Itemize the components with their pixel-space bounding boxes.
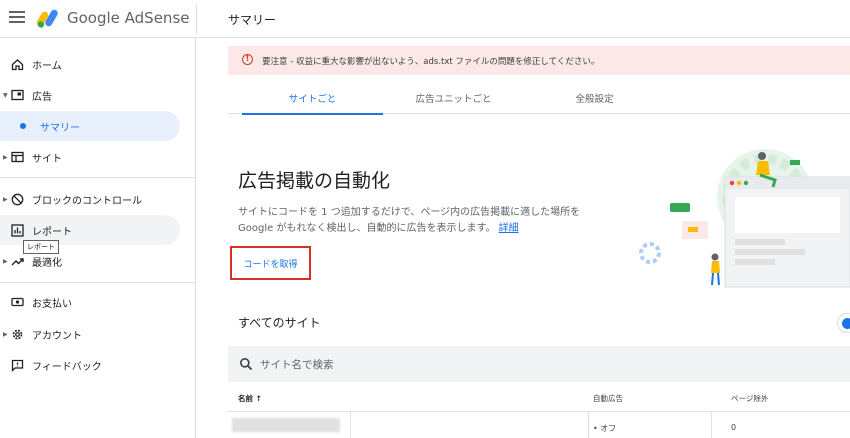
sidebar-item-label: フィードバック — [32, 361, 102, 373]
sidebar-item-ads[interactable]: ▼ 広告 — [0, 80, 180, 110]
adsense-logo — [37, 9, 58, 28]
caret-right-icon: ▶ — [3, 330, 8, 338]
sidebar-item-label: アカウント — [32, 330, 82, 342]
auto-ads-title: 広告掲載の自動化 — [238, 170, 391, 192]
page-title: サマリー — [228, 13, 277, 27]
header-divider — [196, 4, 197, 34]
trending-up-icon — [10, 254, 24, 268]
sidebar-item-label: お支払い — [32, 298, 72, 310]
sidebar-nav: ホーム ▼ 広告 サマリー ▶ サイト ▶ ブロックのコントロール レポート ▶ — [0, 38, 196, 438]
error-icon: ! — [242, 54, 253, 65]
sidebar-item-label: サイト — [32, 153, 62, 165]
learn-more-link[interactable]: 詳細 — [499, 223, 519, 234]
feedback-icon — [10, 358, 24, 372]
get-code-button[interactable]: コードを取得 — [230, 246, 311, 280]
auto-ads-description: サイトにコードを 1 つ追加するだけで、ページ内の広告掲載に適した場所を Goo… — [238, 205, 628, 237]
gear-icon — [10, 327, 24, 341]
auto-ads-illustration — [639, 149, 850, 288]
block-icon — [10, 192, 24, 206]
sidebar-item-feedback[interactable]: フィードバック — [0, 350, 180, 380]
site-search-bar[interactable]: サイト名で検索 — [228, 346, 850, 382]
sidebar-item-label: ホーム — [32, 60, 62, 72]
hamburger-menu-icon[interactable] — [9, 11, 25, 25]
desc-line-2: Google がもれなく検出し、自動的に広告を表示します。 — [238, 223, 496, 234]
redacted-site-name — [232, 418, 340, 432]
active-dot-icon — [20, 123, 26, 129]
ads-icon — [10, 88, 24, 102]
sites-table-header: 名前 ↑ 自動広告 ページ除外 — [228, 384, 850, 412]
tooltip: レポート — [23, 240, 59, 254]
payments-icon — [10, 295, 24, 309]
alert-text: 要注意 - 収益に重大な影響が出ないよう、ads.txt ファイルの問題を修正し… — [262, 57, 600, 67]
sidebar-item-label: ブロックのコントロール — [32, 195, 142, 207]
caret-right-icon: ▶ — [3, 195, 8, 203]
column-header-name[interactable]: 名前 ↑ — [238, 393, 262, 404]
sidebar-item-home[interactable]: ホーム — [0, 49, 180, 79]
caret-down-icon: ▼ — [3, 91, 8, 99]
caret-right-icon: ▶ — [3, 257, 8, 265]
sites-icon — [10, 150, 24, 164]
sidebar-item-label: 広告 — [32, 91, 52, 103]
sidebar-item-account[interactable]: ▶ アカウント — [0, 319, 180, 349]
report-chart-icon — [10, 223, 24, 237]
all-sites-heading: すべてのサイト — [238, 316, 321, 330]
search-input[interactable]: サイト名で検索 — [260, 357, 334, 372]
column-header-auto-ads: 自動広告 — [593, 394, 623, 403]
auto-ads-status: • オフ — [593, 424, 617, 433]
brand-name: Google AdSense — [67, 9, 190, 27]
page-exclusions-count: 0 — [731, 423, 737, 432]
caret-right-icon: ▶ — [3, 153, 8, 161]
home-icon — [10, 57, 24, 71]
column-header-page-exclusions: ページ除外 — [731, 394, 769, 403]
sidebar-item-label: 最適化 — [32, 257, 62, 269]
ads-txt-alert-banner: ! 要注意 - 収益に重大な影響が出ないよう、ads.txt ファイルの問題を修… — [228, 46, 850, 75]
tab-by-ad-unit[interactable]: 広告ユニットごと — [383, 82, 524, 114]
search-icon — [240, 358, 253, 371]
sidebar-divider — [0, 282, 196, 283]
sidebar-divider — [0, 177, 196, 178]
sidebar-item-summary[interactable]: サマリー — [0, 111, 180, 141]
add-site-button[interactable] — [837, 313, 850, 333]
add-icon — [842, 318, 850, 329]
sidebar-item-label: サマリー — [40, 122, 80, 134]
sidebar-item-sites[interactable]: ▶ サイト — [0, 142, 180, 172]
top-app-bar: Google AdSense サマリー — [0, 0, 850, 38]
tab-general-settings[interactable]: 全般設定 — [524, 82, 665, 114]
desc-line-1: サイトにコードを 1 つ追加するだけで、ページ内の広告掲載に適した場所を — [238, 207, 581, 218]
tab-by-site[interactable]: サイトごと — [242, 82, 383, 115]
table-row[interactable]: • オフ 0 — [228, 412, 850, 438]
sidebar-item-block-controls[interactable]: ▶ ブロックのコントロール — [0, 184, 180, 214]
tab-bar: サイトごと 広告ユニットごと 全般設定 — [228, 82, 850, 115]
sidebar-item-label: レポート — [32, 226, 72, 238]
sidebar-item-payments[interactable]: お支払い — [0, 287, 180, 317]
